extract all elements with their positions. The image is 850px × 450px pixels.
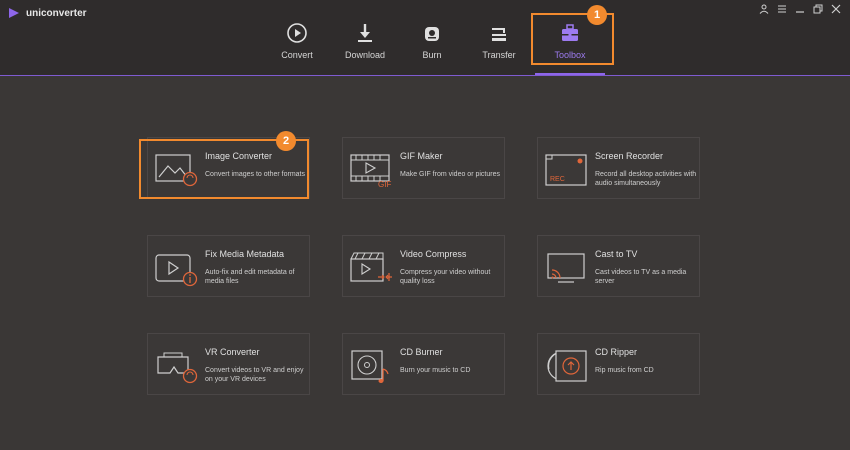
rec-label: REC (550, 176, 565, 183)
metadata-icon (155, 254, 198, 287)
tab-label: Transfer (482, 50, 516, 60)
burn-icon (425, 27, 439, 41)
tab-label: Convert (281, 50, 313, 60)
restore-icon[interactable] (812, 3, 824, 15)
tool-title: VR Converter (205, 347, 260, 357)
minimize-icon[interactable] (794, 3, 806, 15)
tool-description: Compress your video without quality loss (400, 269, 491, 285)
step-badge-2: 2 (276, 131, 296, 151)
tool-title: Cast to TV (595, 249, 638, 259)
user-icon[interactable] (758, 3, 770, 15)
tool-title: Screen Recorder (595, 151, 664, 161)
tool-description: Convert videos to VR and enjoy on your V… (205, 367, 304, 383)
tool-title: CD Burner (400, 347, 443, 357)
tool-title: CD Ripper (595, 347, 638, 357)
vr-converter-icon (157, 352, 198, 384)
screen-recorder-icon: REC (545, 154, 587, 186)
gif-maker-icon: GIF (350, 154, 391, 189)
tool-description: Burn your music to CD (400, 367, 471, 374)
download-icon (358, 24, 372, 42)
tool-description: Record all desktop activities with audio… (595, 171, 697, 187)
app-name: uniconverter (26, 7, 87, 19)
transfer-icon (492, 28, 506, 41)
tool-description: Auto-fix and edit metadata of media file… (205, 269, 295, 285)
convert-icon (287, 23, 307, 43)
tool-card-gif-maker[interactable]: GIF GIF Maker Make GIF from video or pic… (342, 137, 505, 199)
title-bar: uniconverter Convert Download Burn Trans… (0, 0, 850, 76)
tool-card-vr-converter[interactable]: VR Converter Convert videos to VR and en… (147, 333, 310, 395)
tool-description: Make GIF from video or pictures (400, 171, 500, 178)
step-badge-1: 1 (587, 5, 607, 25)
tab-convert[interactable]: Convert (262, 18, 332, 74)
cast-tv-icon (547, 253, 585, 283)
tool-title: Fix Media Metadata (205, 249, 285, 259)
cd-ripper-icon (547, 350, 587, 382)
tool-card-fix-media-metadata[interactable]: Fix Media Metadata Auto-fix and edit met… (147, 235, 310, 297)
tool-card-cd-ripper[interactable]: CD Ripper Rip music from CD (537, 333, 700, 395)
tool-title: Video Compress (400, 249, 467, 259)
tool-title: GIF Maker (400, 151, 443, 161)
tab-label: Burn (422, 50, 442, 60)
tool-card-screen-recorder[interactable]: REC Screen Recorder Record all desktop a… (537, 137, 700, 199)
menu-icon[interactable] (776, 3, 788, 15)
cd-burner-icon (351, 350, 389, 383)
tool-card-cd-burner[interactable]: CD Burner Burn your music to CD (342, 333, 505, 395)
tab-burn[interactable]: Burn (397, 18, 467, 74)
main-nav: Convert Download Burn Transfer Toolbox (0, 18, 850, 75)
window-controls (758, 3, 842, 15)
close-icon[interactable] (830, 3, 842, 15)
gif-label: GIF (378, 180, 391, 189)
tool-card-video-compress[interactable]: Video Compress Compress your video witho… (342, 235, 505, 297)
tool-description: Rip music from CD (595, 367, 654, 374)
tool-card-cast-to-tv[interactable]: Cast to TV Cast videos to TV as a media … (537, 235, 700, 297)
tab-transfer[interactable]: Transfer (464, 18, 534, 74)
tab-download[interactable]: Download (330, 18, 400, 74)
tool-description: Cast videos to TV as a media server (595, 269, 687, 285)
video-compress-icon (350, 252, 392, 282)
tab-label: Download (344, 50, 386, 60)
